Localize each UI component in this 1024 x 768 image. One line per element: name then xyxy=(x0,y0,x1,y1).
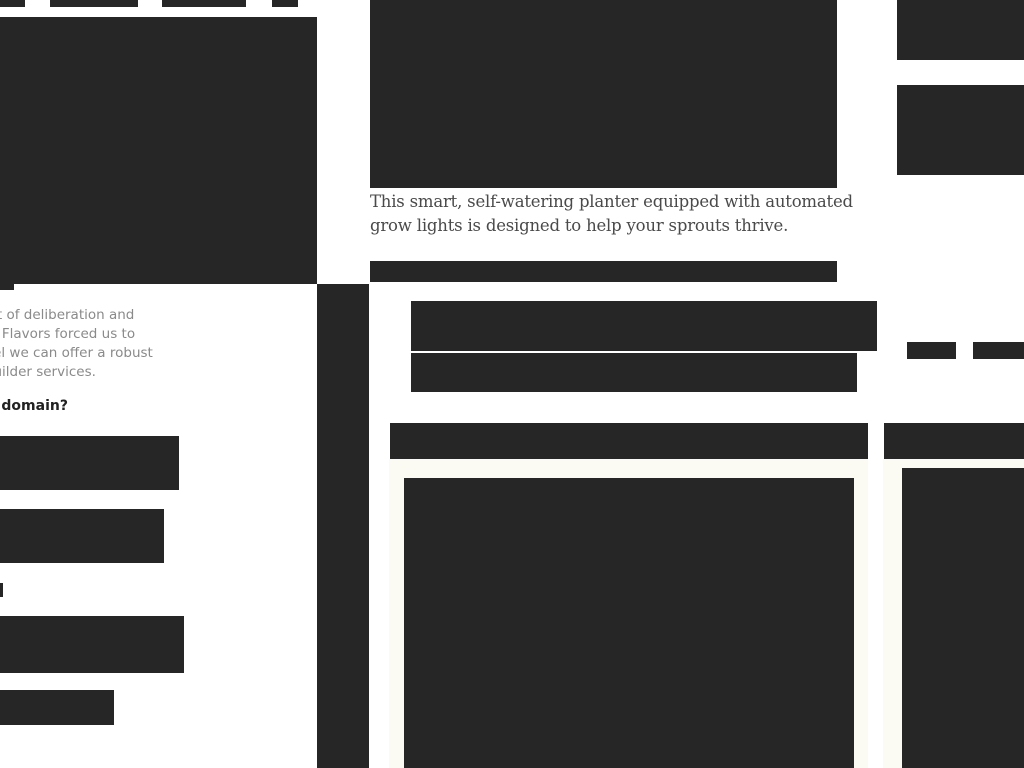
vertical-divider xyxy=(317,284,369,768)
product-card-header xyxy=(884,423,1024,459)
product-card-image[interactable] xyxy=(404,478,854,768)
blurb-line: ent of deliberation and xyxy=(0,307,135,323)
secondary-button[interactable] xyxy=(0,690,114,725)
page: ent of deliberation and ith Flavors forc… xyxy=(0,0,1024,768)
blurb-line: -builder services. xyxy=(0,364,96,380)
blurb-line: feel we can offer a robust xyxy=(0,345,153,361)
product-image[interactable] xyxy=(370,0,837,188)
domain-field[interactable] xyxy=(0,436,179,490)
domain-button[interactable] xyxy=(0,509,164,563)
product-card-image[interactable] xyxy=(902,468,1024,768)
description-line: grow lights is designed to help your spr… xyxy=(370,216,789,235)
product-description: This smart, self-watering planter equipp… xyxy=(370,190,853,238)
blurb-line: ith Flavors forced us to xyxy=(0,326,136,342)
left-panel-blurb: ent of deliberation and ith Flavors forc… xyxy=(0,306,170,382)
top-nav-item[interactable] xyxy=(162,0,246,7)
section-subheading xyxy=(411,353,857,392)
top-nav-item[interactable] xyxy=(272,0,298,7)
pager-button[interactable] xyxy=(907,342,956,359)
pager-button[interactable] xyxy=(973,342,1024,359)
product-link-bar[interactable] xyxy=(370,261,837,282)
hero-image xyxy=(0,17,317,284)
hero-image-tab xyxy=(0,284,14,290)
domain-question: or domain? xyxy=(0,398,68,414)
sidebar-card[interactable] xyxy=(897,0,1024,60)
section-heading xyxy=(411,301,877,351)
sidebar-card[interactable] xyxy=(897,85,1024,175)
top-nav-item[interactable] xyxy=(0,0,25,7)
top-nav-item[interactable] xyxy=(50,0,138,7)
description-line: This smart, self-watering planter equipp… xyxy=(370,192,853,211)
product-card-header xyxy=(390,423,868,459)
primary-button[interactable] xyxy=(0,616,184,673)
label-marker xyxy=(0,583,3,597)
